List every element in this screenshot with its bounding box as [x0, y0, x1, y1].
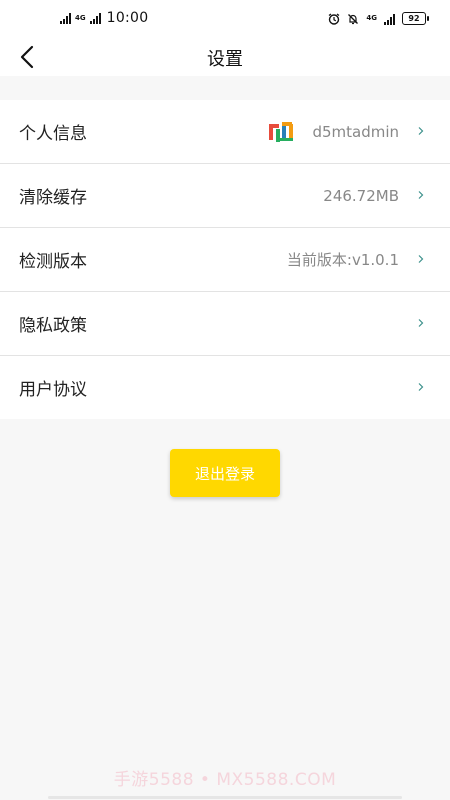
settings-row-profile[interactable]: 个人信息 d5mtadmin — [0, 100, 450, 164]
settings-row-label: 清除缓存 — [19, 188, 87, 208]
settings-list: 个人信息 d5mtadmin 清除缓存 246.72MB 检测版本 当前版本:v… — [0, 100, 450, 419]
username-text: d5mtadmin — [312, 122, 399, 141]
settings-row-label: 用户协议 — [19, 380, 87, 400]
chevron-right-icon — [418, 383, 424, 391]
watermark-text: 手游5588 • MX5588.COM — [113, 770, 337, 790]
signal-icon-2 — [89, 12, 101, 24]
logout-button[interactable]: 退出登录 — [170, 449, 280, 497]
settings-row-label: 隐私政策 — [19, 316, 87, 336]
settings-row-label: 个人信息 — [19, 124, 87, 144]
chevron-right-icon — [418, 255, 424, 263]
settings-row-clear-cache[interactable]: 清除缓存 246.72MB — [0, 164, 450, 228]
app-logo-icon — [269, 121, 294, 142]
alarm-icon — [328, 12, 340, 25]
network-type-label-right: 4G — [366, 14, 377, 22]
battery-icon: 92 — [402, 12, 429, 25]
status-right: 4G 92 — [328, 12, 429, 25]
settings-row-check-version[interactable]: 检测版本 当前版本:v1.0.1 — [0, 228, 450, 292]
status-time: 10:00 — [106, 10, 149, 26]
chevron-right-icon — [418, 127, 424, 135]
page-title: 设置 — [207, 49, 243, 70]
signal-icon — [60, 12, 71, 24]
chevron-right-icon — [418, 319, 424, 327]
status-left: 4G 10:00 — [60, 10, 148, 26]
settings-row-value: d5mtadmin — [266, 120, 399, 144]
settings-row-privacy-policy[interactable]: 隐私政策 — [0, 292, 450, 356]
status-bar: 4G 10:00 4G 92 — [0, 0, 450, 40]
mute-icon — [348, 13, 359, 24]
network-type-label: 4G — [75, 13, 86, 22]
home-indicator — [48, 796, 402, 799]
settings-row-user-agreement[interactable]: 用户协议 — [0, 356, 450, 419]
version-text: 当前版本:v1.0.1 — [286, 251, 399, 269]
cache-size-text: 246.72MB — [323, 186, 399, 205]
nav-bar: 设置 — [0, 40, 450, 76]
signal-icon-right — [384, 13, 395, 25]
chevron-right-icon — [418, 191, 424, 199]
settings-row-label: 检测版本 — [19, 252, 87, 272]
